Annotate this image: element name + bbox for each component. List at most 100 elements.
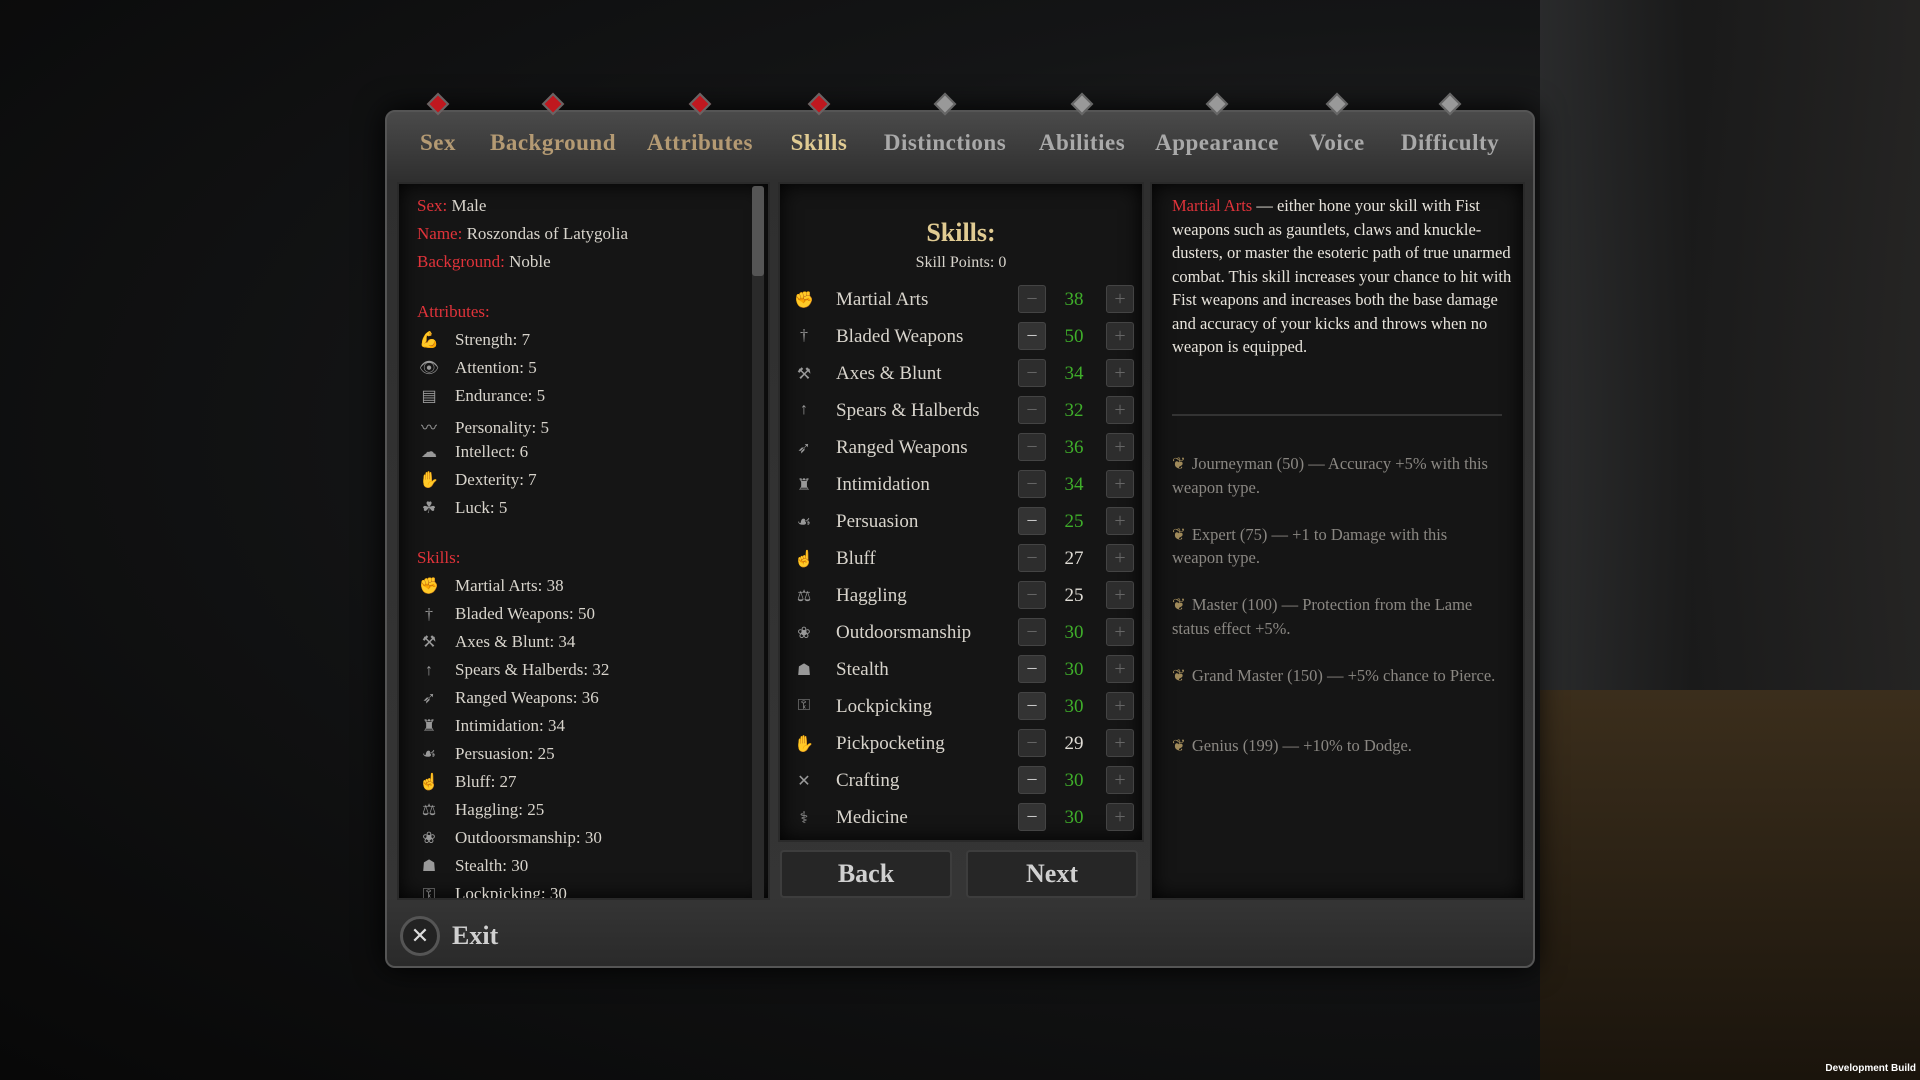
perk-item: ❦ Journeyman (50) — Accuracy +5% with thi… — [1172, 452, 1502, 499]
skill-name: Martial Arts — [836, 289, 929, 310]
skill-row: ⚿ Lockpicking −30 + — [790, 691, 1136, 723]
decrease-skill-button[interactable]: − — [1018, 322, 1046, 350]
skill-value: 27 — [1064, 548, 1084, 569]
decrease-skill-button[interactable]: − — [1018, 433, 1046, 461]
summary-skill-value: Ranged Weapons: 36 — [455, 688, 599, 707]
lock-icon: ⚿ — [422, 886, 436, 900]
skill-name: Pickpocketing — [836, 733, 945, 754]
skill-row: ✕ Crafting −30 + — [790, 765, 1136, 797]
summary-skill-value: Bluff: 27 — [455, 772, 517, 791]
handshake-icon: ☙ — [796, 514, 812, 531]
skill-value: 30 — [1064, 622, 1084, 643]
crossed-fingers-icon: ☝ — [419, 774, 439, 791]
decrease-skill-button[interactable]: − — [1018, 396, 1046, 424]
increase-skill-button[interactable]: + — [1106, 581, 1134, 609]
summary-skill-line: ☝ Bluff: 27 — [417, 772, 517, 792]
increase-skill-button[interactable]: + — [1106, 433, 1134, 461]
increase-skill-button[interactable]: + — [1106, 729, 1134, 757]
summary-skill-value: Spears & Halberds: 32 — [455, 660, 610, 679]
skill-value: 30 — [1064, 807, 1084, 828]
skill-name: Persuasion — [836, 511, 919, 532]
bow-icon: ➶ — [797, 440, 811, 457]
increase-skill-button[interactable]: + — [1106, 655, 1134, 683]
attribute-value: Luck: 5 — [455, 498, 508, 517]
back-button[interactable]: Back — [780, 850, 952, 898]
decrease-skill-button[interactable]: − — [1018, 803, 1046, 831]
decrease-skill-button[interactable]: − — [1018, 581, 1046, 609]
scales-icon: ⚖ — [421, 802, 437, 819]
decrease-skill-button[interactable]: − — [1018, 766, 1046, 794]
description-text: — either hone your skill with Fist weapo… — [1172, 196, 1512, 356]
skill-value: 34 — [1064, 363, 1084, 384]
handshake-icon: ☙ — [421, 746, 437, 763]
summary-skill-value: Axes & Blunt: 34 — [455, 632, 576, 651]
perk-item: ❦ Expert (75) — +1 to Damage with this we… — [1172, 523, 1502, 570]
attributes-heading: Attributes: — [417, 302, 490, 321]
tab-appearance[interactable]: Appearance — [1155, 130, 1279, 156]
close-icon: ✕ — [400, 916, 440, 956]
attribute-value: Dexterity: 7 — [455, 470, 537, 489]
summary-skill-line: ↑ Spears & Halberds: 32 — [417, 660, 609, 680]
axe-icon: ⚒ — [796, 366, 812, 383]
decrease-skill-button[interactable]: − — [1018, 618, 1046, 646]
skill-row: † Bladed Weapons −50 + — [790, 321, 1136, 353]
skill-name: Lockpicking — [836, 696, 933, 717]
tab-difficulty[interactable]: Difficulty — [1401, 130, 1499, 156]
summary-skill-value: Bladed Weapons: 50 — [455, 604, 595, 623]
tab-attributes[interactable]: Attributes — [647, 130, 753, 156]
increase-skill-button[interactable]: + — [1106, 544, 1134, 572]
decrease-skill-button[interactable]: − — [1018, 544, 1046, 572]
next-button[interactable]: Next — [966, 850, 1138, 898]
increase-skill-button[interactable]: + — [1106, 285, 1134, 313]
increase-skill-button[interactable]: + — [1106, 803, 1134, 831]
decrease-skill-button[interactable]: − — [1018, 655, 1046, 683]
perk-text: Grand Master (150) — +5% chance to Pierc… — [1191, 665, 1496, 685]
decrease-skill-button[interactable]: − — [1018, 507, 1046, 535]
scrollbar-thumb[interactable] — [752, 186, 764, 276]
caduceus-icon: ⚕ — [799, 810, 809, 827]
skill-row: ⚕ Medicine −30 + — [790, 802, 1136, 834]
wheat-icon: ❦ — [1172, 524, 1186, 544]
exit-button[interactable]: ✕ Exit — [400, 916, 498, 956]
increase-skill-button[interactable]: + — [1106, 507, 1134, 535]
decrease-skill-button[interactable]: − — [1018, 692, 1046, 720]
description-skill-name: Martial Arts — [1172, 196, 1253, 215]
hand-icon: ✋ — [419, 472, 439, 489]
skill-name: Outdoorsmanship — [836, 622, 972, 643]
spear-icon: ↑ — [425, 662, 433, 679]
decrease-skill-button[interactable]: − — [1018, 470, 1046, 498]
increase-skill-button[interactable]: + — [1106, 470, 1134, 498]
summary-scrollbar[interactable] — [752, 186, 764, 898]
fist-icon: ✊ — [794, 292, 814, 309]
increase-skill-button[interactable]: + — [1106, 359, 1134, 387]
name-line: Name: Roszondas of Latygolia — [417, 224, 628, 244]
skill-name: Ranged Weapons — [836, 437, 968, 458]
skill-row: ☙ Persuasion −25 + — [790, 506, 1136, 538]
increase-skill-button[interactable]: + — [1106, 766, 1134, 794]
increase-skill-button[interactable]: + — [1106, 322, 1134, 350]
increase-skill-button[interactable]: + — [1106, 618, 1134, 646]
increase-skill-button[interactable]: + — [1106, 692, 1134, 720]
skill-name: Haggling — [836, 585, 907, 606]
skill-row: ❀ Outdoorsmanship −30 + — [790, 617, 1136, 649]
decrease-skill-button[interactable]: − — [1018, 729, 1046, 757]
decrease-skill-button[interactable]: − — [1018, 359, 1046, 387]
decrease-skill-button[interactable]: − — [1018, 285, 1046, 313]
summary-skill-line: ✊ Martial Arts: 38 — [417, 576, 564, 596]
summary-skill-value: Intimidation: 34 — [455, 716, 566, 735]
tab-distinctions[interactable]: Distinctions — [884, 130, 1006, 156]
increase-skill-button[interactable]: + — [1106, 396, 1134, 424]
tab-abilities[interactable]: Abilities — [1039, 130, 1125, 156]
tab-voice[interactable]: Voice — [1309, 130, 1364, 156]
tab-sex[interactable]: Sex — [420, 130, 456, 156]
skills-heading: Skills: — [417, 548, 461, 567]
tab-bar: Sex Background Attributes Skills Distinction… — [385, 92, 1535, 180]
attribute-line: ✋ Dexterity: 7 — [417, 470, 537, 490]
attribute-value: Attention: 5 — [455, 358, 537, 377]
paw-icon: ❀ — [797, 625, 811, 642]
wheat-icon: ❦ — [1172, 454, 1186, 473]
lips-icon: 〰 — [420, 420, 437, 437]
tab-background[interactable]: Background — [490, 130, 616, 156]
summary-skill-line: ☗ Stealth: 30 — [417, 856, 528, 876]
tab-skills[interactable]: Skills — [791, 130, 848, 156]
